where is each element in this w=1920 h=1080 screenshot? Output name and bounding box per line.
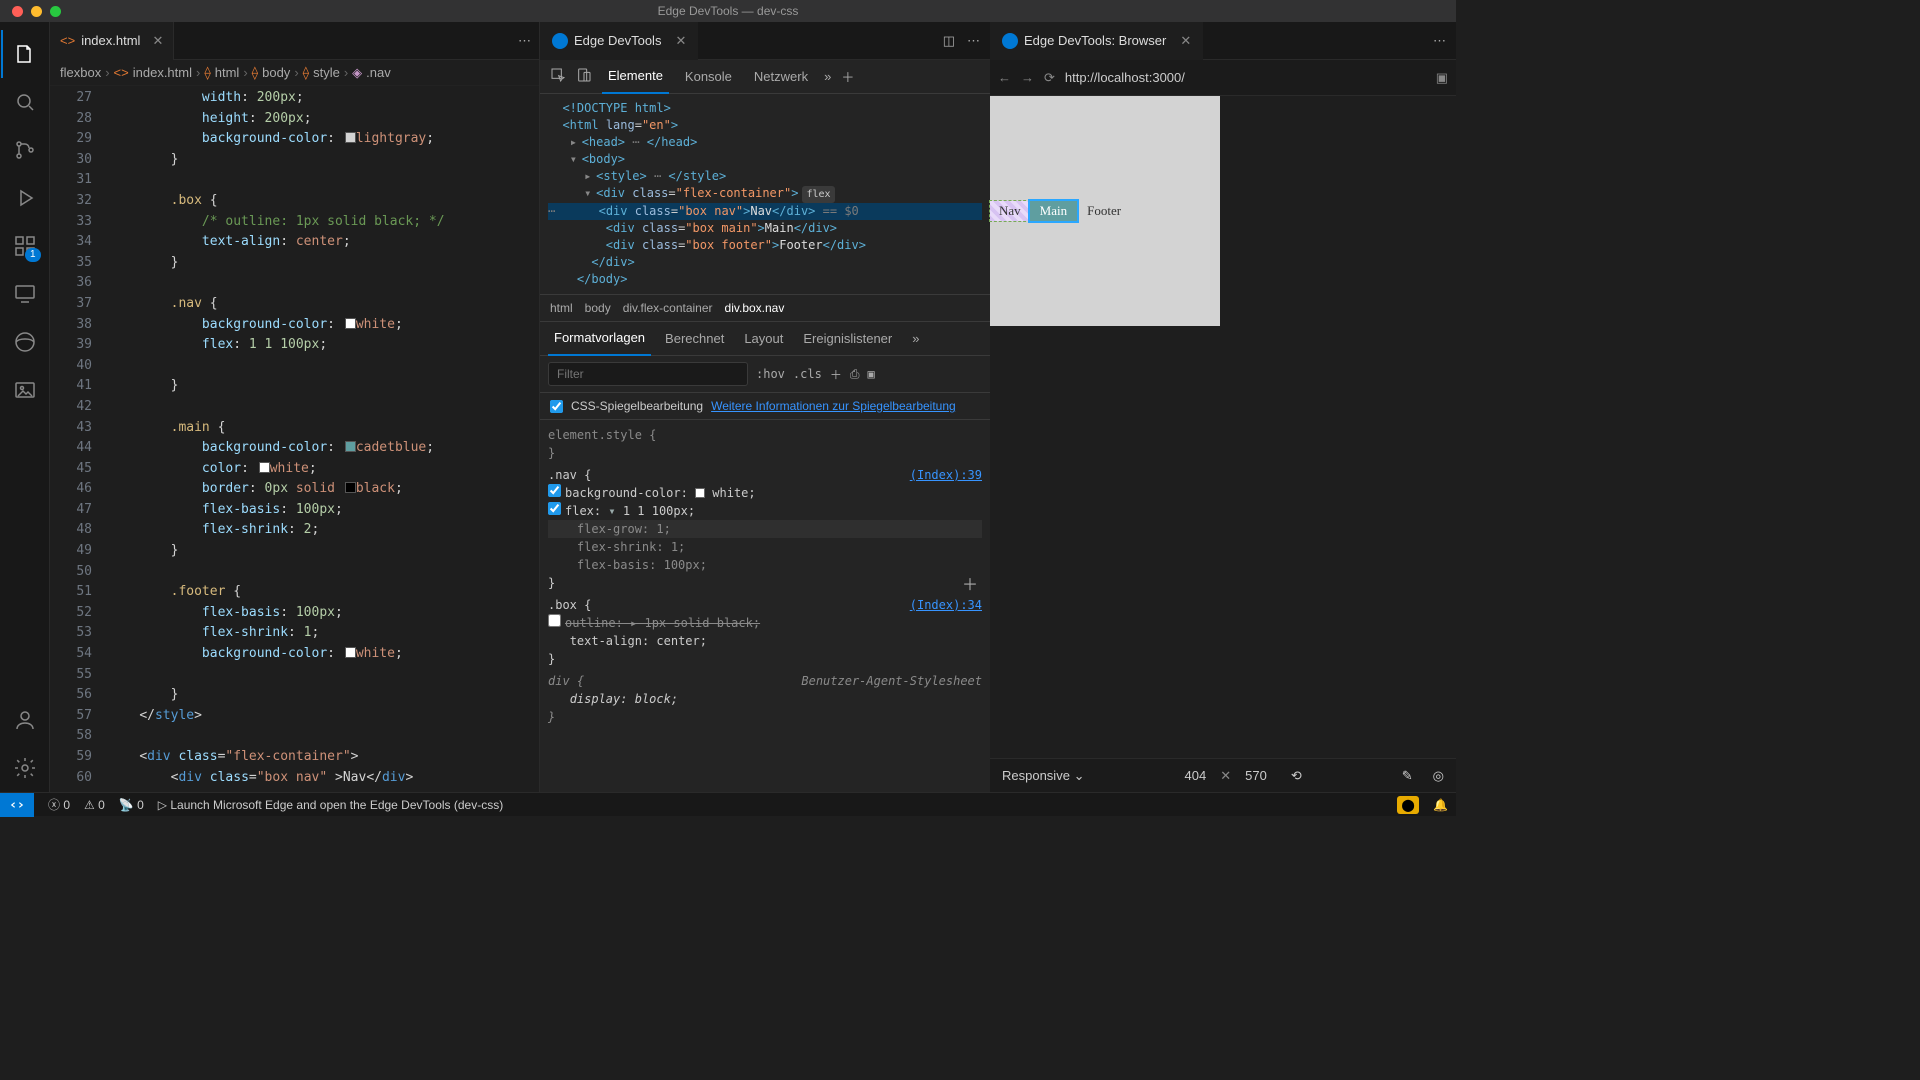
title-bar: Edge DevTools — dev-css [0,0,1456,22]
device-toolbar: Responsive ⌄ 404 ✕ 570 ⟲ ✎ ◎ [990,758,1456,792]
cls-toggle[interactable]: .cls [793,367,822,381]
tab-berechnet[interactable]: Berechnet [659,322,730,356]
settings-icon[interactable] [1,744,49,792]
css-mirror-info-link[interactable]: Weitere Informationen zur Spiegelbearbei… [711,399,956,413]
eyedropper-icon[interactable]: ✎ [1402,768,1413,784]
devtools-tabs: Edge DevTools ✕ ◫ ⋯ [540,22,990,60]
line-gutter: 2728293031323334353637383940414243444546… [50,86,108,792]
styles-filter-bar: :hov .cls ＋ ⎙ ▣ [540,356,990,393]
edge-icon [552,33,568,49]
demo-main-box[interactable]: Main [1030,201,1077,221]
tab-formatvorlagen[interactable]: Formatvorlagen [548,322,651,356]
rule-source-link[interactable]: (Index):34 [910,596,982,614]
tab-layout[interactable]: Layout [738,322,789,356]
browser-viewport[interactable]: Nav Main Footer [990,96,1456,758]
edge-tools-icon[interactable] [1,318,49,366]
rendering-icon[interactable]: ▣ [867,367,874,381]
accounts-icon[interactable] [1,696,49,744]
prop-toggle[interactable] [548,502,561,515]
add-tab-icon[interactable]: ＋ [841,67,854,86]
more-icon[interactable]: ⋯ [1433,33,1446,49]
code-area[interactable]: width: 200px; height: 200px; background-… [108,86,539,792]
tab-elemente[interactable]: Elemente [602,60,669,94]
url-bar[interactable]: http://localhost:3000/ [1065,70,1426,85]
explorer-icon[interactable] [1,30,49,78]
tab-konsole[interactable]: Konsole [679,60,738,94]
editor-tabs: <> index.html ✕ ⋯ [50,22,539,60]
html-file-icon: <> [60,33,75,48]
source-control-icon[interactable] [1,126,49,174]
browser-tabs: Edge DevTools: Browser ✕ ⋯ [990,22,1456,60]
styles-subtabs: Formatvorlagen Berechnet Layout Ereignis… [540,322,990,356]
target-icon[interactable]: ◎ [1433,768,1444,784]
css-mirror-checkbox[interactable] [550,400,563,413]
css-mirror-row: CSS-Spiegelbearbeitung Weitere Informati… [540,393,990,420]
device-mode-dropdown[interactable]: Responsive ⌄ [1002,768,1084,784]
inspect-icon[interactable] [550,67,566,86]
computed-styles-icon[interactable]: ⎙ [850,367,860,382]
problems-warnings[interactable]: ⚠ 0 [84,798,105,812]
remote-indicator[interactable] [0,793,34,817]
window-title: Edge DevTools — dev-css [658,4,799,18]
prop-toggle[interactable] [548,484,561,497]
devtools-toolbar: Elemente Konsole Netzwerk » ＋ [540,60,990,94]
devtools-tab[interactable]: Edge DevTools ✕ [540,22,698,60]
html-file-icon: <> [114,65,129,80]
new-style-rule-icon[interactable]: ＋ [830,366,842,383]
nav-forward-icon[interactable]: → [1021,70,1034,85]
hov-toggle[interactable]: :hov [756,367,785,381]
ports-status[interactable]: 📡 0 [119,798,144,812]
add-property-icon[interactable]: ＋ [962,576,978,594]
tab-netzwerk[interactable]: Netzwerk [748,60,814,94]
dom-breadcrumb[interactable]: html body div.flex-container div.box.nav [540,294,990,322]
extensions-icon[interactable]: 1 [1,222,49,270]
image-preview-icon[interactable] [1,366,49,414]
viewport-width[interactable]: 404 [1185,768,1207,783]
more-icon[interactable]: ⋯ [967,33,980,49]
demo-footer-box[interactable]: Footer [1077,201,1131,221]
css-mirror-label: CSS-Spiegelbearbeitung [571,399,703,413]
prop-toggle[interactable] [548,614,561,627]
problems-errors[interactable]: ⓧ 0 [48,796,70,813]
remote-explorer-icon[interactable] [1,270,49,318]
editor-tab-index-html[interactable]: <> index.html ✕ [50,22,174,60]
nav-back-icon[interactable]: ← [998,70,1011,85]
demo-nav-box[interactable]: Nav [990,201,1030,221]
search-icon[interactable] [1,78,49,126]
launch-edge-status[interactable]: ▷ Launch Microsoft Edge and open the Edg… [158,798,503,812]
close-tab-icon[interactable]: ✕ [1180,33,1191,49]
close-tab-icon[interactable]: ✕ [152,33,163,49]
styles-filter-input[interactable] [548,362,748,386]
more-tabs-icon[interactable]: » [824,69,831,84]
browser-toolbar: ← → ⟳ http://localhost:3000/ ▣ [990,60,1456,96]
rule-source-link[interactable]: (Index):39 [910,466,982,484]
edge-icon [1002,33,1018,49]
editor-more-icon[interactable]: ⋯ [518,33,531,48]
status-bar: ⓧ 0 ⚠ 0 📡 0 ▷ Launch Microsoft Edge and … [0,792,1456,816]
maximize-window-button[interactable] [50,6,61,17]
status-warning-badge[interactable]: ⬤ [1397,796,1419,814]
minimize-window-button[interactable] [31,6,42,17]
rotate-icon[interactable]: ⟲ [1291,768,1302,784]
dom-tree[interactable]: <!DOCTYPE html> <html lang="en"> ▸<head>… [540,94,990,294]
breadcrumb[interactable]: flexbox› <> index.html› ⟠ html› ⟠ body› … [50,60,539,86]
run-debug-icon[interactable] [1,174,49,222]
open-devtools-icon[interactable]: ▣ [1436,70,1448,86]
device-emulation-icon[interactable] [576,67,592,86]
styles-rules[interactable]: element.style { } (Index):39 .nav { back… [540,420,990,792]
tab-ereignislistener[interactable]: Ereignislistener [797,322,898,356]
reload-icon[interactable]: ⟳ [1044,70,1055,86]
split-editor-icon[interactable]: ◫ [943,33,955,49]
viewport-height[interactable]: 570 [1245,768,1267,783]
browser-tab[interactable]: Edge DevTools: Browser ✕ [990,22,1203,60]
activity-bar: 1 [0,22,50,792]
editor-tab-label: index.html [81,33,140,48]
close-window-button[interactable] [12,6,23,17]
close-tab-icon[interactable]: ✕ [675,33,686,49]
notifications-icon[interactable]: 🔔 [1433,798,1448,812]
chevron-down-icon: ⌄ [1074,768,1085,783]
more-subtabs-icon[interactable]: » [906,322,925,356]
